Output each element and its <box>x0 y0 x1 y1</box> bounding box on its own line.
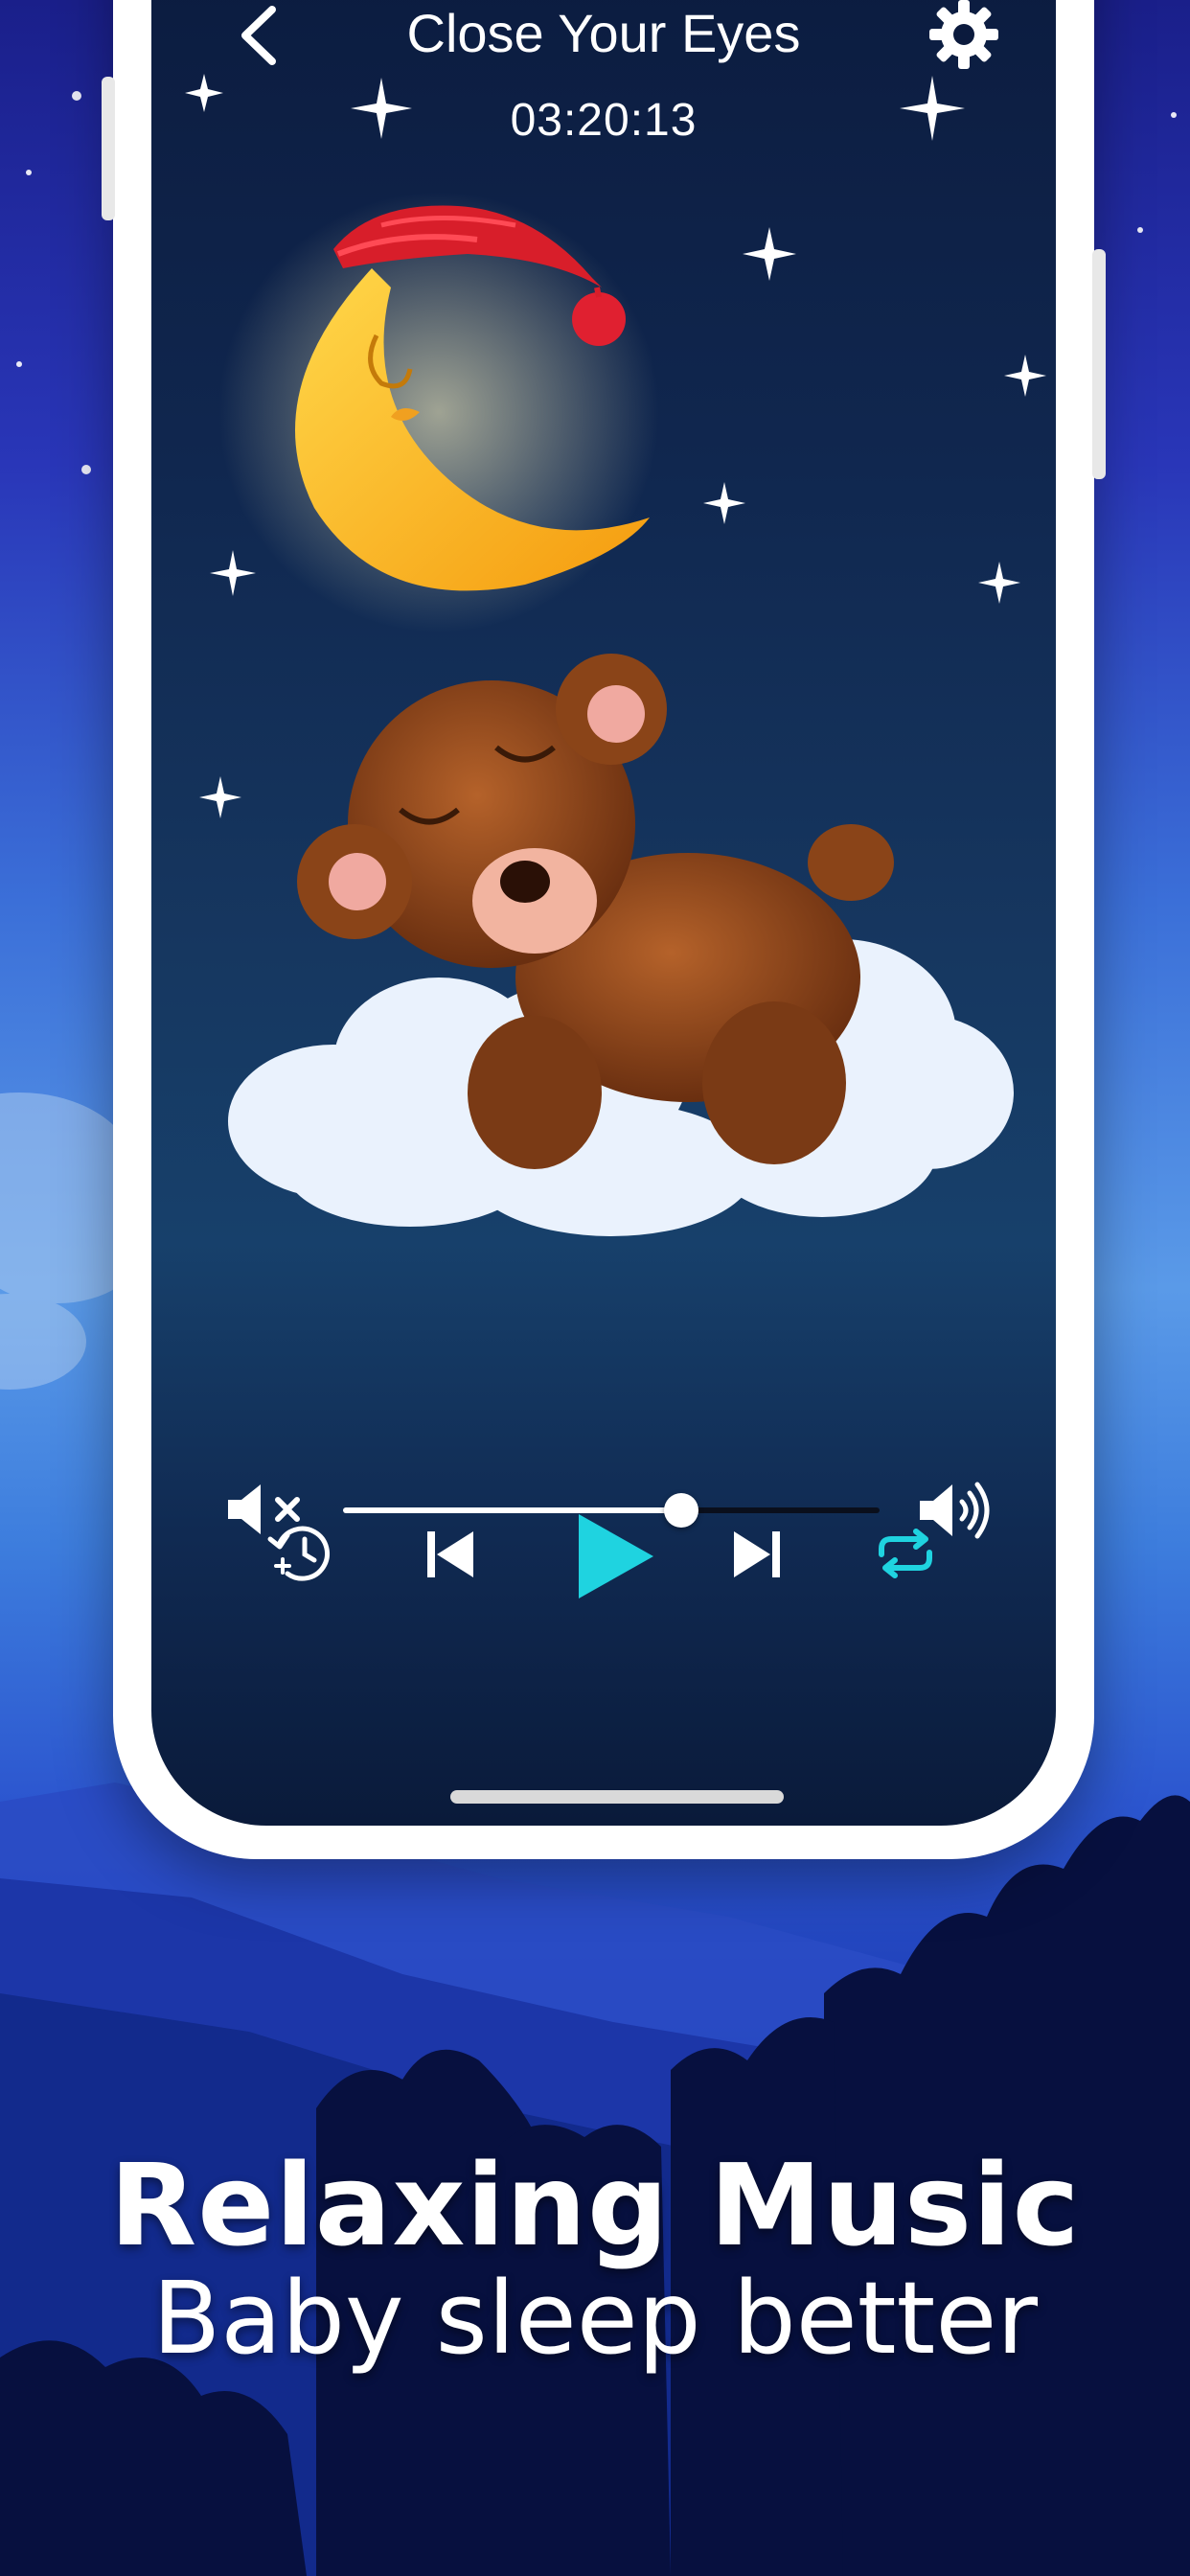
phone-power-button <box>1092 249 1106 479</box>
next-button[interactable] <box>732 1530 782 1579</box>
previous-button[interactable] <box>425 1530 475 1579</box>
skip-previous-icon <box>427 1531 473 1577</box>
play-button[interactable] <box>575 1512 655 1600</box>
sleep-timer-icon <box>267 1526 330 1581</box>
sleep-timer-readout: 03:20:13 <box>510 95 698 146</box>
skip-next-icon <box>734 1531 780 1577</box>
promo-subheadline: Baby sleep better <box>151 2260 1039 2377</box>
home-indicator[interactable] <box>450 1790 784 1804</box>
sleep-timer-button[interactable] <box>266 1522 333 1583</box>
phone-frame: Close Your Eyes 03:20:13 <box>102 0 1106 1859</box>
repeat-icon <box>879 1529 932 1578</box>
promo-headline: Relaxing Music <box>109 2139 1081 2271</box>
play-icon <box>579 1514 653 1598</box>
volume-slider-thumb[interactable] <box>663 1493 698 1528</box>
track-title: Close Your Eyes <box>406 3 801 63</box>
repeat-button[interactable] <box>876 1528 935 1579</box>
settings-button[interactable] <box>927 0 1000 71</box>
gear-icon <box>929 0 998 69</box>
phone-side-button <box>102 77 115 220</box>
player-screen: Close Your Eyes 03:20:13 <box>151 0 1056 1826</box>
